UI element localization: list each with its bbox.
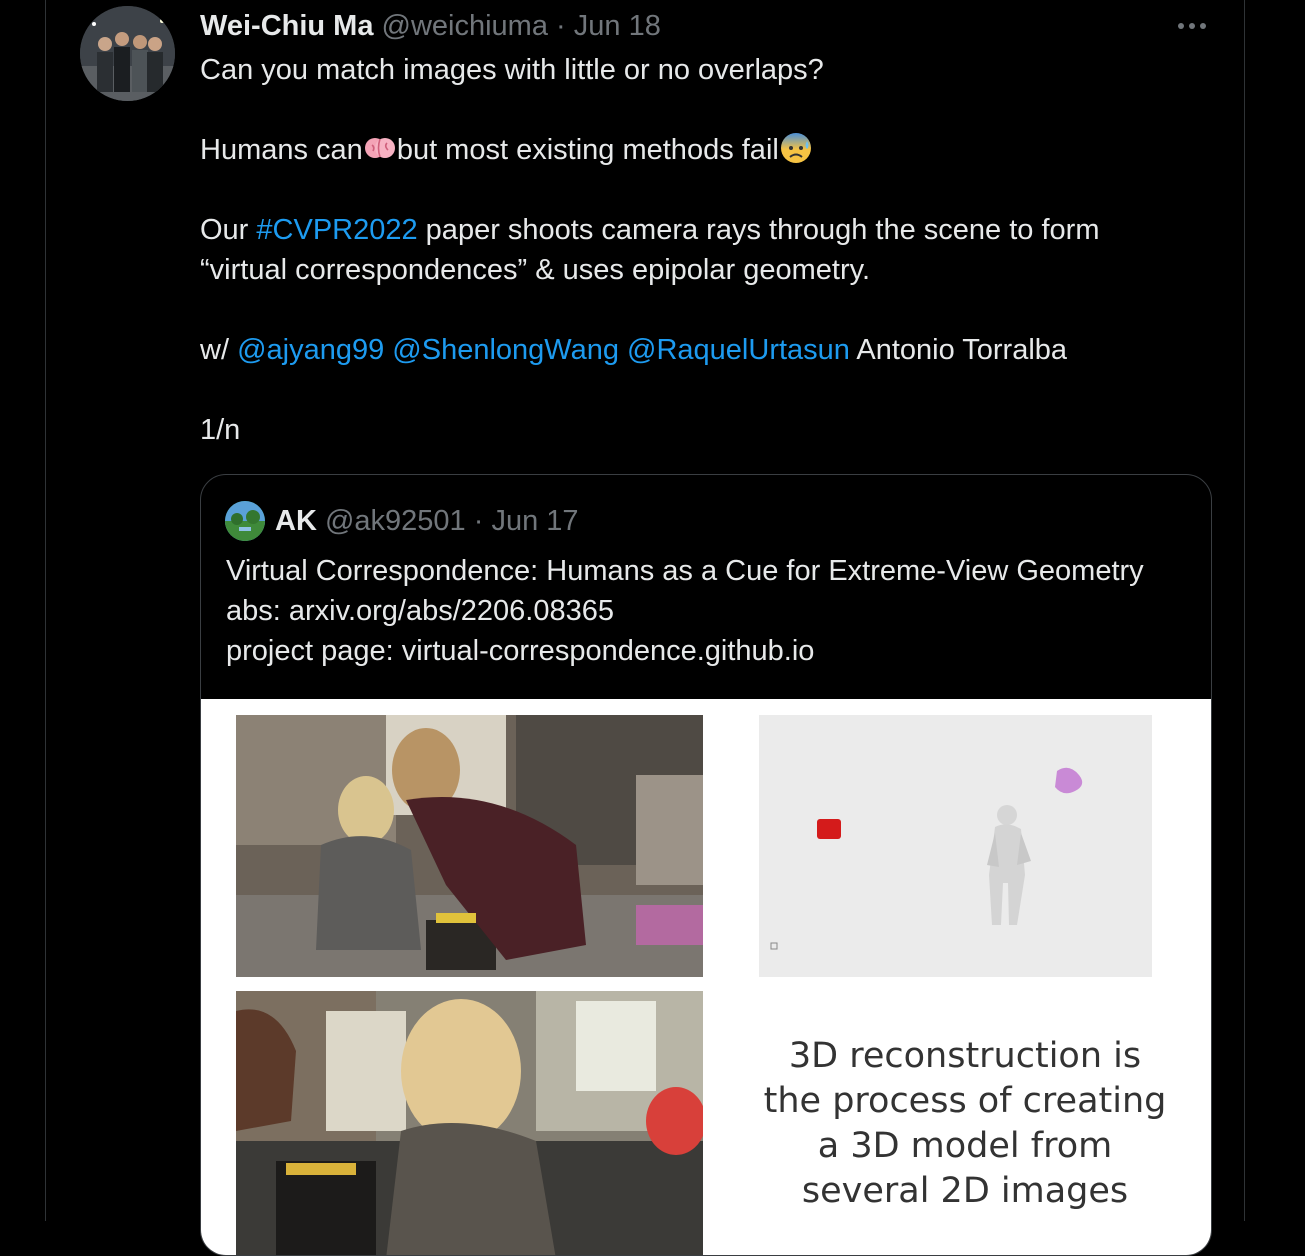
- mention-link[interactable]: @ajyang99: [237, 334, 384, 366]
- tweet-line: “virtual correspondences” & uses epipola…: [200, 254, 871, 286]
- more-horizontal-icon: [1178, 23, 1206, 29]
- header-separator: ·: [473, 505, 484, 537]
- quoted-tweet-header: AK @ak92501 · Jun 17: [225, 501, 579, 541]
- quoted-tweet-date[interactable]: Jun 17: [491, 503, 578, 539]
- media-caption: 3D reconstruction is the process of crea…: [763, 1036, 1167, 1211]
- tweet-date[interactable]: Jun 18: [574, 10, 661, 42]
- mention-link[interactable]: @ShenlongWang: [392, 334, 619, 366]
- quoted-tweet-text: Virtual Correspondence: Humans as a Cue …: [226, 551, 1144, 671]
- quoted-author-name[interactable]: AK: [275, 503, 317, 539]
- quoted-tweet[interactable]: AK @ak92501 · Jun 17 Virtual Corresponde…: [200, 474, 1212, 1256]
- quoted-author-avatar[interactable]: [225, 501, 265, 541]
- thread-counter: 1/n: [200, 414, 241, 446]
- author-name[interactable]: Wei-Chiu Ma: [200, 10, 373, 42]
- tweet-line: Our #CVPR2022 paper shoots camera rays t…: [200, 214, 1100, 246]
- tweet-header: Wei-Chiu Ma @weichiuma · Jun 18: [200, 8, 661, 44]
- quoted-line: Virtual Correspondence: Humans as a Cue …: [226, 555, 1144, 587]
- author-handle[interactable]: @weichiuma: [382, 10, 548, 42]
- 3d-render-frame: [759, 715, 1152, 977]
- header-separator: ·: [556, 10, 566, 42]
- quoted-tweet-media[interactable]: 3D reconstruction is the process of crea…: [201, 699, 1211, 1255]
- tweet-line: Can you match images with little or no o…: [200, 54, 824, 86]
- mention-link[interactable]: @RaquelUrtasun: [627, 334, 850, 366]
- hashtag-link[interactable]: #CVPR2022: [256, 214, 417, 246]
- anxious-face-emoji-icon: [780, 133, 811, 163]
- quoted-line: project page: virtual-correspondence.git…: [226, 635, 815, 667]
- quoted-line: abs: arxiv.org/abs/2206.08365: [226, 595, 615, 627]
- tweet-line: w/ @ajyang99 @ShenlongWang @RaquelUrtasu…: [200, 334, 1068, 366]
- tweet-line: Humans can but most existing methods fail: [200, 130, 1200, 170]
- video-frame-bottom: [236, 991, 703, 1255]
- author-avatar[interactable]: [80, 6, 175, 101]
- brain-emoji-icon: [364, 138, 395, 158]
- video-frame-top: [236, 715, 703, 977]
- more-options-button[interactable]: [1172, 6, 1212, 46]
- tweet-text: Can you match images with little or no o…: [200, 50, 1200, 450]
- quoted-author-handle[interactable]: @ak92501: [325, 503, 466, 539]
